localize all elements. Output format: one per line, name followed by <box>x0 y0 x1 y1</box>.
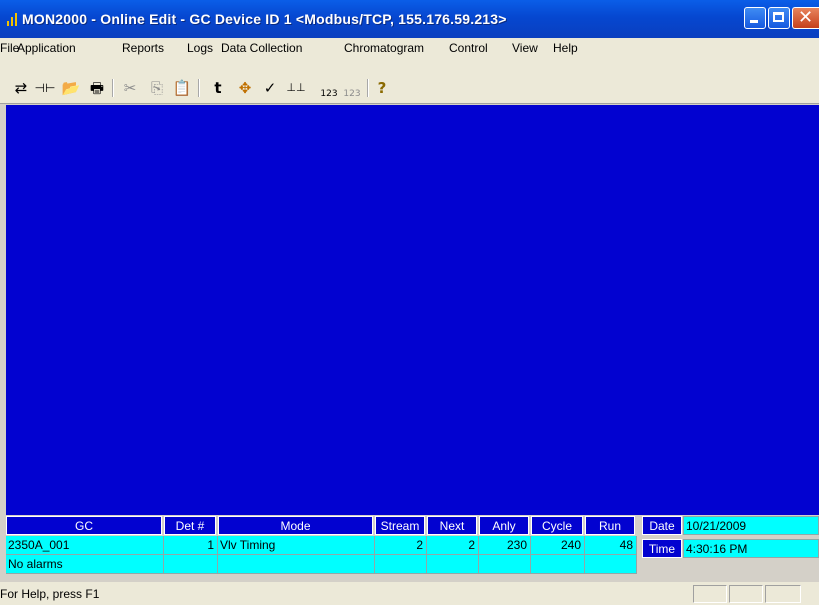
header-date: Date <box>642 516 682 535</box>
menu-view[interactable]: View <box>512 41 538 55</box>
open-folder-icon[interactable]: 📂 <box>60 78 82 98</box>
peak-icon[interactable]: t <box>207 78 229 98</box>
empty-cell <box>218 555 375 574</box>
empty-cell <box>585 555 637 574</box>
menu-chromatogram[interactable]: Chromatogram <box>344 41 424 55</box>
anly-value: 230 <box>479 536 531 555</box>
minimize-button[interactable] <box>744 7 766 29</box>
run-value: 48 <box>585 536 637 555</box>
empty-cell <box>164 555 218 574</box>
menu-control[interactable]: Control <box>449 41 488 55</box>
title-bar[interactable]: MON2000 - Online Edit - GC Device ID 1 <… <box>0 0 819 38</box>
status-panel <box>729 585 763 603</box>
checkmark-icon[interactable]: ✓ <box>259 78 281 98</box>
crosshair-icon[interactable]: ✥ <box>234 78 256 98</box>
time-value: 4:30:16 PM <box>683 539 819 558</box>
delete-number-icon[interactable]: 123 <box>341 84 363 104</box>
header-time: Time <box>642 539 682 558</box>
header-next: Next <box>427 516 477 535</box>
window-title: MON2000 - Online Edit - GC Device ID 1 <… <box>22 11 507 27</box>
resize-grip-icon[interactable] <box>803 585 817 603</box>
empty-cell <box>479 555 531 574</box>
status-panel <box>765 585 801 603</box>
print-icon[interactable]: 🖶 <box>86 78 108 98</box>
header-anly: Anly <box>479 516 529 535</box>
menu-logs[interactable]: Logs <box>187 41 213 55</box>
status-panel <box>693 585 727 603</box>
status-bar: For Help, press F1 <box>0 582 819 605</box>
det-value: 1 <box>164 536 218 555</box>
status-help-text: For Help, press F1 <box>0 587 100 601</box>
disconnect-icon[interactable]: ⊣⊢ <box>34 78 56 98</box>
increment-number-icon[interactable]: 123 <box>318 84 340 104</box>
menu-data-collection[interactable]: Data Collection <box>221 41 302 55</box>
chromatogram-display-area[interactable] <box>6 105 819 515</box>
help-icon[interactable]: ? <box>371 78 393 98</box>
maximize-button[interactable] <box>768 7 790 29</box>
toolbar: ⇄ ⊣⊢ 📂 🖶 ✂ ⎘ 📋 t ✥ ✓ ⊥⊥ 123 123 ? <box>0 58 819 104</box>
alarm-status: No alarms <box>6 555 164 574</box>
header-run: Run <box>585 516 635 535</box>
menu-application[interactable]: Application <box>17 41 76 55</box>
header-gc: GC <box>6 516 162 535</box>
empty-cell <box>531 555 585 574</box>
toolbar-separator <box>112 79 114 97</box>
header-cycle: Cycle <box>531 516 583 535</box>
copy-icon[interactable]: ⎘ <box>146 78 168 98</box>
menu-help[interactable]: Help <box>553 41 578 55</box>
app-chart-icon[interactable] <box>6 12 20 26</box>
header-det: Det # <box>164 516 216 535</box>
menu-bar: File Application Reports Logs Data Colle… <box>0 38 819 58</box>
close-icon: ✕ <box>798 7 814 28</box>
next-value: 2 <box>427 536 479 555</box>
toolbar-separator <box>198 79 200 97</box>
header-mode: Mode <box>218 516 373 535</box>
stream-value: 2 <box>375 536 427 555</box>
header-stream: Stream <box>375 516 425 535</box>
baseline-icon[interactable]: ⊥⊥ <box>285 78 307 98</box>
gc-status-grid: GC Det # Mode Stream Next Anly Cycle Run… <box>6 515 819 579</box>
close-button[interactable]: ✕ <box>792 7 819 29</box>
toolbar-separator <box>367 79 369 97</box>
cut-icon[interactable]: ✂ <box>119 78 141 98</box>
cycle-value: 240 <box>531 536 585 555</box>
empty-cell <box>427 555 479 574</box>
paste-icon[interactable]: 📋 <box>171 78 193 98</box>
gc-name-value: 2350A_001 <box>6 536 164 555</box>
connect-icon[interactable]: ⇄ <box>10 78 32 98</box>
mode-value: Vlv Timing <box>218 536 375 555</box>
menu-reports[interactable]: Reports <box>122 41 164 55</box>
empty-cell <box>375 555 427 574</box>
date-value: 10/21/2009 <box>683 516 819 535</box>
